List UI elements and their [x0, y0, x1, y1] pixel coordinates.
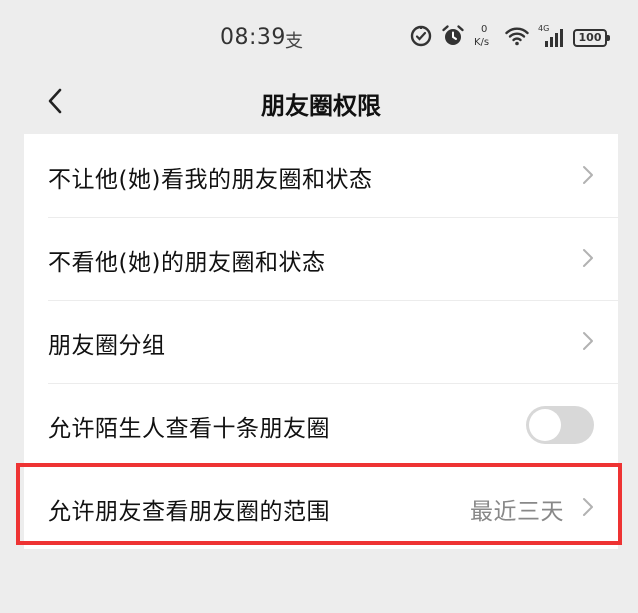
- setting-label: 不看他(她)的朋友圈和状态: [48, 250, 326, 276]
- chevron-right-icon: [583, 166, 593, 184]
- setting-stranger-ten-posts: 允许陌生人查看十条朋友圈: [24, 383, 618, 466]
- setting-hide-my-moments[interactable]: 不让他(她)看我的朋友圈和状态: [24, 134, 618, 217]
- alarm-icon: [441, 24, 465, 52]
- setting-moments-groups[interactable]: 朋友圈分组: [24, 300, 618, 383]
- setting-value: 最近三天: [470, 499, 564, 525]
- status-app-glyph: 支: [285, 31, 303, 52]
- chevron-right-icon: [583, 498, 593, 516]
- setting-label: 不让他(她)看我的朋友圈和状态: [48, 167, 373, 193]
- status-icons: 0 K/s 4G 100: [410, 22, 610, 54]
- battery-icon: 100: [573, 29, 610, 47]
- network-speed-value: 0: [481, 24, 488, 35]
- signal-icon: 4G: [538, 24, 564, 50]
- network-speed: 0 K/s: [474, 23, 496, 53]
- wifi-icon: [505, 26, 529, 50]
- stranger-view-toggle[interactable]: [526, 406, 594, 444]
- setting-label: 允许朋友查看朋友圈的范围: [48, 499, 330, 525]
- data-saver-icon: [410, 25, 432, 51]
- chevron-right-icon: [583, 332, 593, 350]
- phone-screen: 08:39 支 0 K/s 4G 100 朋友圈权限 不让他(她)看我的朋友圈和…: [24, 0, 618, 613]
- chevron-right-icon: [583, 249, 593, 267]
- setting-hide-their-moments[interactable]: 不看他(她)的朋友圈和状态: [24, 217, 618, 300]
- settings-list: 不让他(她)看我的朋友圈和状态 不看他(她)的朋友圈和状态 朋友圈分组 允许陌生…: [24, 134, 618, 549]
- network-speed-unit: K/s: [474, 37, 490, 48]
- status-bar: 08:39 支 0 K/s 4G 100: [24, 0, 618, 76]
- setting-label: 朋友圈分组: [48, 333, 166, 359]
- setting-friend-view-range[interactable]: 允许朋友查看朋友圈的范围 最近三天: [24, 466, 618, 549]
- toggle-knob: [529, 409, 561, 441]
- nav-bar: 朋友圈权限: [24, 76, 618, 134]
- page-title: 朋友圈权限: [261, 92, 381, 120]
- status-time: 08:39: [220, 25, 286, 50]
- setting-label: 允许陌生人查看十条朋友圈: [48, 416, 330, 442]
